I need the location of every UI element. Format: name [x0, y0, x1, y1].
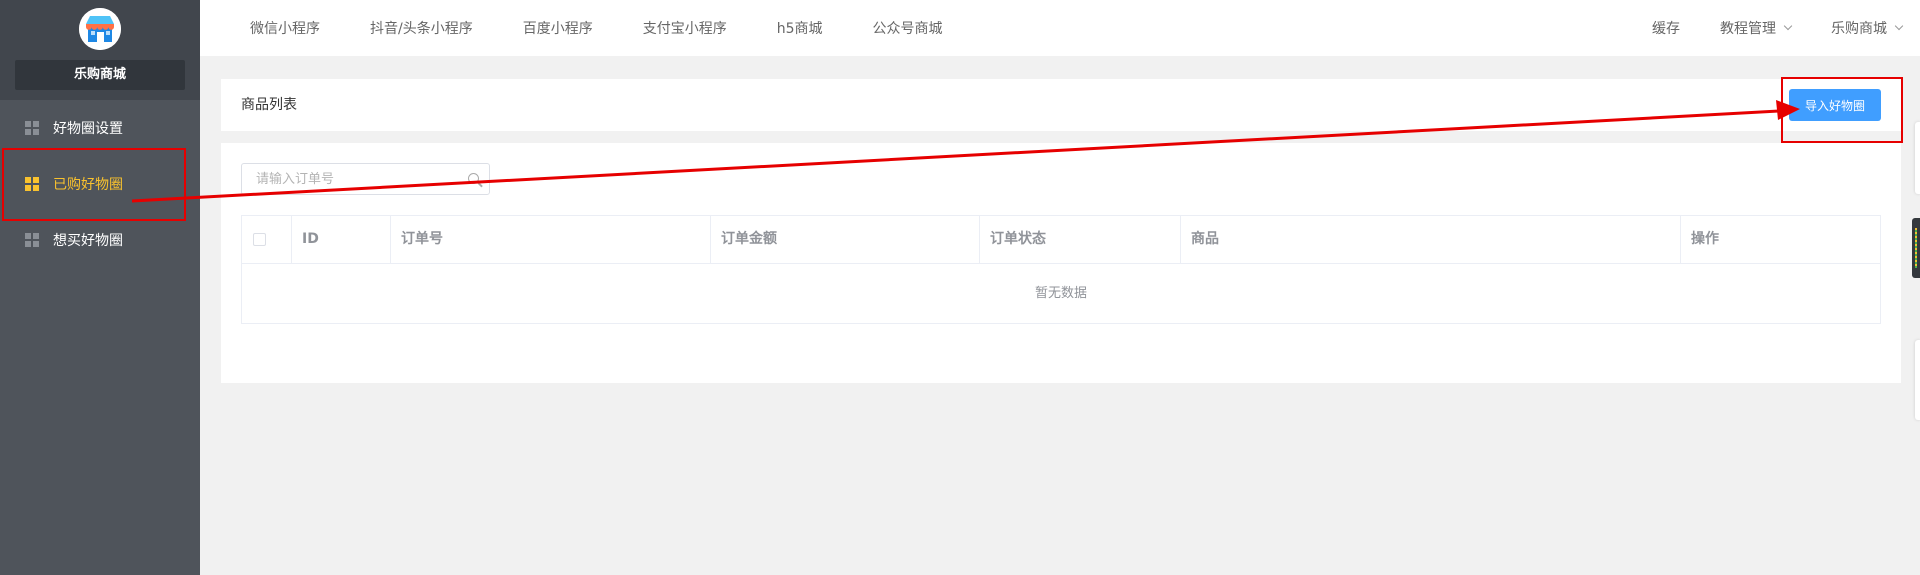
sidebar-item-label: 好物圈设置	[53, 121, 123, 137]
search-box	[241, 163, 490, 195]
column-header-id: ID	[292, 216, 391, 263]
store-logo-icon	[79, 8, 121, 50]
nav-wechat-miniprogram[interactable]: 微信小程序	[250, 18, 320, 38]
nav-alipay-miniprogram[interactable]: 支付宝小程序	[643, 18, 727, 38]
card-body: ID 订单号 订单金额 订单状态 商品 操作 暂无数据	[221, 143, 1901, 383]
table-header: ID 订单号 订单金额 订单状态 商品 操作	[242, 216, 1880, 264]
column-header-amount: 订单金额	[711, 216, 980, 263]
nav-h5-store[interactable]: h5商城	[777, 18, 823, 38]
tutorial-menu[interactable]: 教程管理	[1720, 18, 1793, 38]
sidebar: 乐购商城 好物圈设置 已购好物圈 想买好物圈	[0, 0, 200, 575]
logo-area: 乐购商城	[0, 0, 200, 100]
column-header-actions: 操作	[1691, 231, 1719, 247]
column-header-status: 订单状态	[980, 216, 1181, 263]
column-header-order-no: 订单号	[391, 216, 711, 263]
grid-icon	[25, 121, 39, 135]
nav-douyin-miniprogram[interactable]: 抖音/头条小程序	[370, 18, 473, 38]
chevron-down-icon	[1783, 21, 1793, 31]
store-name: 乐购商城	[15, 60, 185, 90]
top-bar: 微信小程序 抖音/头条小程序 百度小程序 支付宝小程序 h5商城 公众号商城 缓…	[200, 0, 1920, 56]
side-tool-widget[interactable]	[1912, 218, 1920, 278]
top-nav: 微信小程序 抖音/头条小程序 百度小程序 支付宝小程序 h5商城 公众号商城	[200, 0, 943, 56]
select-all-cell	[242, 216, 292, 263]
empty-state: 暂无数据	[1034, 286, 1087, 301]
chevron-down-icon	[1894, 21, 1904, 31]
tutorial-label: 教程管理	[1720, 21, 1776, 37]
cache-link[interactable]: 缓存	[1652, 18, 1680, 38]
top-right-menu: 缓存 教程管理 乐购商城	[1612, 0, 1904, 56]
store-menu[interactable]: 乐购商城	[1831, 18, 1904, 38]
grid-icon	[25, 233, 39, 247]
side-tool-tab[interactable]	[1915, 340, 1920, 420]
nav-baidu-miniprogram[interactable]: 百度小程序	[523, 18, 593, 38]
cache-label: 缓存	[1652, 21, 1680, 37]
card-header: 商品列表 导入好物圈	[221, 79, 1901, 131]
checkbox-icon[interactable]	[253, 233, 266, 246]
side-tool-tab[interactable]	[1915, 122, 1920, 194]
orders-table: ID 订单号 订单金额 订单状态 商品 操作 暂无数据	[241, 215, 1881, 324]
page-title: 商品列表	[241, 97, 297, 113]
sidebar-item-label: 想买好物圈	[53, 233, 123, 249]
annotation-box-sidebar	[2, 148, 186, 221]
store-menu-label: 乐购商城	[1831, 21, 1887, 37]
column-header-goods: 商品	[1181, 216, 1681, 263]
order-search-input[interactable]	[242, 164, 452, 194]
nav-official-account-store[interactable]: 公众号商城	[873, 18, 943, 38]
annotation-box-button	[1781, 77, 1903, 143]
search-icon[interactable]	[468, 173, 479, 184]
